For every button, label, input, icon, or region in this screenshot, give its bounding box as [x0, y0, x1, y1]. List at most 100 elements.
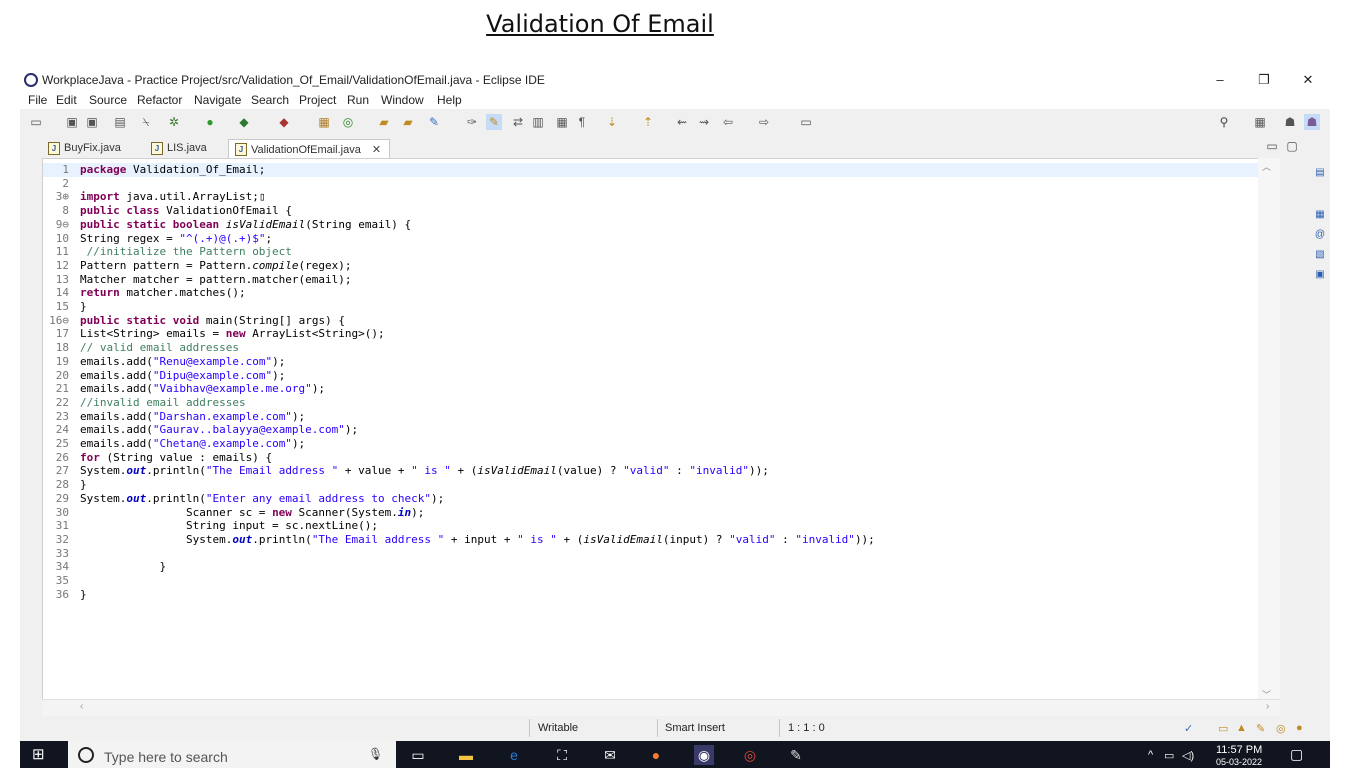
javadoc-icon[interactable]: @	[1313, 228, 1327, 242]
menu-search[interactable]: Search	[251, 93, 289, 107]
skip-breakpoints-icon[interactable]: ⍀	[138, 114, 154, 130]
minimize-button[interactable]: –	[1198, 69, 1242, 91]
code-line[interactable]: 26 for (String value : emails) {	[43, 451, 1279, 465]
notifications-icon[interactable]: ▢	[1290, 746, 1303, 763]
code-line[interactable]: 22 //invalid email addresses	[43, 396, 1279, 410]
code-line[interactable]: 29 System.out.println("Enter any email ad…	[43, 492, 1279, 506]
new-icon[interactable]: ▭	[28, 114, 44, 130]
code-line[interactable]: 19 emails.add("Renu@example.com");	[43, 355, 1279, 369]
code-line[interactable]: 12 Pattern pattern = Pattern.compile(rege…	[43, 259, 1279, 273]
horizontal-scrollbar[interactable]: ‹ ›	[42, 699, 1280, 716]
code-line[interactable]: 10 String regex = "^(.+)@(.+)$";	[43, 232, 1279, 246]
code-line[interactable]: 21 emails.add("Vaibhav@example.me.org");	[43, 382, 1279, 396]
tray-chevron-icon[interactable]: ^	[1148, 749, 1153, 761]
code-line[interactable]: 9⊖ public static boolean isValidEmail(Str…	[43, 218, 1279, 232]
new-class-icon[interactable]: ◎	[340, 114, 356, 130]
back-arrow-icon[interactable]: ⇦	[720, 114, 736, 130]
menu-file[interactable]: File	[28, 93, 47, 107]
learn-icon[interactable]: ▲	[1236, 722, 1247, 734]
code-line[interactable]: 36}	[43, 588, 1279, 602]
external-tools-icon[interactable]: ◆	[276, 114, 292, 130]
code-line[interactable]: 33	[43, 547, 1279, 561]
clock-date[interactable]: 05-03-2022	[1216, 757, 1262, 768]
next-annotation-icon[interactable]: ⇣	[604, 114, 620, 130]
code-line[interactable]: 32 System.out.println("The Email address…	[43, 533, 1279, 547]
eclipse-taskbar-icon[interactable]: ◉	[694, 745, 714, 765]
code-line[interactable]: 1 package Validation_Of_Email;	[43, 163, 1279, 177]
chrome-icon[interactable]: ◎	[740, 745, 760, 765]
microphone-icon[interactable]: 🎙	[368, 747, 383, 761]
code-line[interactable]: 16⊖ public static void main(String[] args…	[43, 314, 1279, 328]
code-line[interactable]: 20 emails.add("Dipu@example.com");	[43, 369, 1279, 383]
open-perspective-icon[interactable]: ▦	[1252, 114, 1268, 130]
save-all-icon[interactable]: ▣	[84, 114, 100, 130]
tab-buyfix[interactable]: J BuyFix.java	[42, 139, 129, 158]
menu-window[interactable]: Window	[381, 93, 424, 107]
code-line[interactable]: 18 // valid email addresses	[43, 341, 1279, 355]
code-line[interactable]: 30 Scanner sc = new Scanner(System.in);	[43, 506, 1279, 520]
code-line[interactable]: 17 List<String> emails = new ArrayList<St…	[43, 327, 1279, 341]
code-line[interactable]: 2	[43, 177, 1279, 191]
menu-source[interactable]: Source	[89, 93, 127, 107]
code-line[interactable]: 3⊕ import java.util.ArrayList;▯	[43, 190, 1279, 204]
java-ee-perspective-icon[interactable]: ☗	[1282, 114, 1298, 130]
mail-icon[interactable]: ✉	[600, 745, 620, 765]
console-icon[interactable]: ▣	[1313, 268, 1327, 282]
open-folder-icon[interactable]: ▰	[400, 114, 416, 130]
battery-icon[interactable]: ▭	[1164, 749, 1174, 762]
mylyn-icon[interactable]: ✓	[1184, 722, 1193, 735]
code-line[interactable]: 14 return matcher.matches();	[43, 286, 1279, 300]
java-perspective-icon[interactable]: ☗	[1304, 114, 1320, 130]
code-line[interactable]: 35	[43, 574, 1279, 588]
block-select-icon[interactable]: ▥	[530, 114, 546, 130]
search-tool-icon[interactable]: ✎	[426, 114, 442, 130]
menu-project[interactable]: Project	[299, 93, 336, 107]
lightbulb-icon[interactable]: ●	[1296, 722, 1303, 734]
open-type-icon[interactable]: ▰	[376, 114, 392, 130]
run-icon[interactable]: ●	[202, 114, 218, 130]
tab-lis[interactable]: J LIS.java	[145, 139, 215, 158]
code-editor[interactable]: 1 package Validation_Of_Email; 2 3⊕ import j…	[42, 158, 1280, 716]
scroll-up-icon[interactable]: ︿	[1262, 160, 1271, 173]
edge-icon[interactable]: e	[504, 745, 524, 765]
menu-navigate[interactable]: Navigate	[194, 93, 241, 107]
tips-icon[interactable]: ✎	[1256, 722, 1265, 735]
pin-editor-icon[interactable]: ▭	[798, 114, 814, 130]
updates-icon[interactable]: ◎	[1276, 722, 1286, 735]
save-icon[interactable]: ▣	[64, 114, 80, 130]
outline-icon[interactable]: ▤	[1313, 166, 1327, 180]
declaration-icon[interactable]: ▧	[1313, 248, 1327, 262]
firefox-icon[interactable]: ●	[646, 745, 666, 765]
code-line[interactable]: 11 //initialize the Pattern object	[43, 245, 1279, 259]
vertical-scrollbar[interactable]: ︿ ﹀	[1258, 158, 1280, 716]
task-view-icon[interactable]: ▭	[408, 745, 428, 765]
new-java-package-icon[interactable]: ▦	[316, 114, 332, 130]
tab-validationofemail[interactable]: J ValidationOfEmail.java ✕	[228, 139, 391, 158]
scroll-left-icon[interactable]: ‹	[80, 701, 83, 712]
code-line[interactable]: 13 Matcher matcher = pattern.matcher(emai…	[43, 273, 1279, 287]
code-line[interactable]: 25 emails.add("Chetan@.example.com");	[43, 437, 1279, 451]
menu-edit[interactable]: Edit	[56, 93, 77, 107]
forward-edit-icon[interactable]: ⇝	[696, 114, 712, 130]
close-button[interactable]: ✕	[1286, 69, 1330, 91]
code-line[interactable]: 24 emails.add("Gaurav..balayya@example.co…	[43, 423, 1279, 437]
taskbar-search[interactable]: Type here to search 🎙	[68, 741, 396, 768]
cursor-position[interactable]: 1 : 1 : 0	[788, 722, 825, 734]
code-line[interactable]: 23 emails.add("Darshan.example.com");	[43, 410, 1279, 424]
toggle-mark-icon[interactable]: ✑	[464, 114, 480, 130]
code-line[interactable]: 8 public class ValidationOfEmail {	[43, 204, 1279, 218]
tasks-icon[interactable]: ▭	[1218, 722, 1228, 735]
forward-arrow-icon[interactable]: ⇨	[756, 114, 772, 130]
word-wrap-icon[interactable]: ⇄	[510, 114, 526, 130]
insert-mode-status[interactable]: Smart Insert	[665, 722, 725, 734]
close-tab-icon[interactable]: ✕	[372, 144, 381, 156]
paint-icon[interactable]: ✎	[786, 745, 806, 765]
volume-icon[interactable]: ◁)	[1182, 749, 1194, 762]
code-line[interactable]: 34 }	[43, 560, 1279, 574]
type-hierarchy-icon[interactable]: ▦	[1313, 208, 1327, 222]
code-line[interactable]: 31 String input = sc.nextLine();	[43, 519, 1279, 533]
maximize-editor-icon[interactable]: ▢	[1284, 138, 1300, 154]
file-explorer-icon[interactable]: ▬	[456, 745, 476, 765]
previous-annotation-icon[interactable]: ⇡	[640, 114, 656, 130]
windows-start-icon[interactable]: ⊞	[32, 747, 50, 763]
